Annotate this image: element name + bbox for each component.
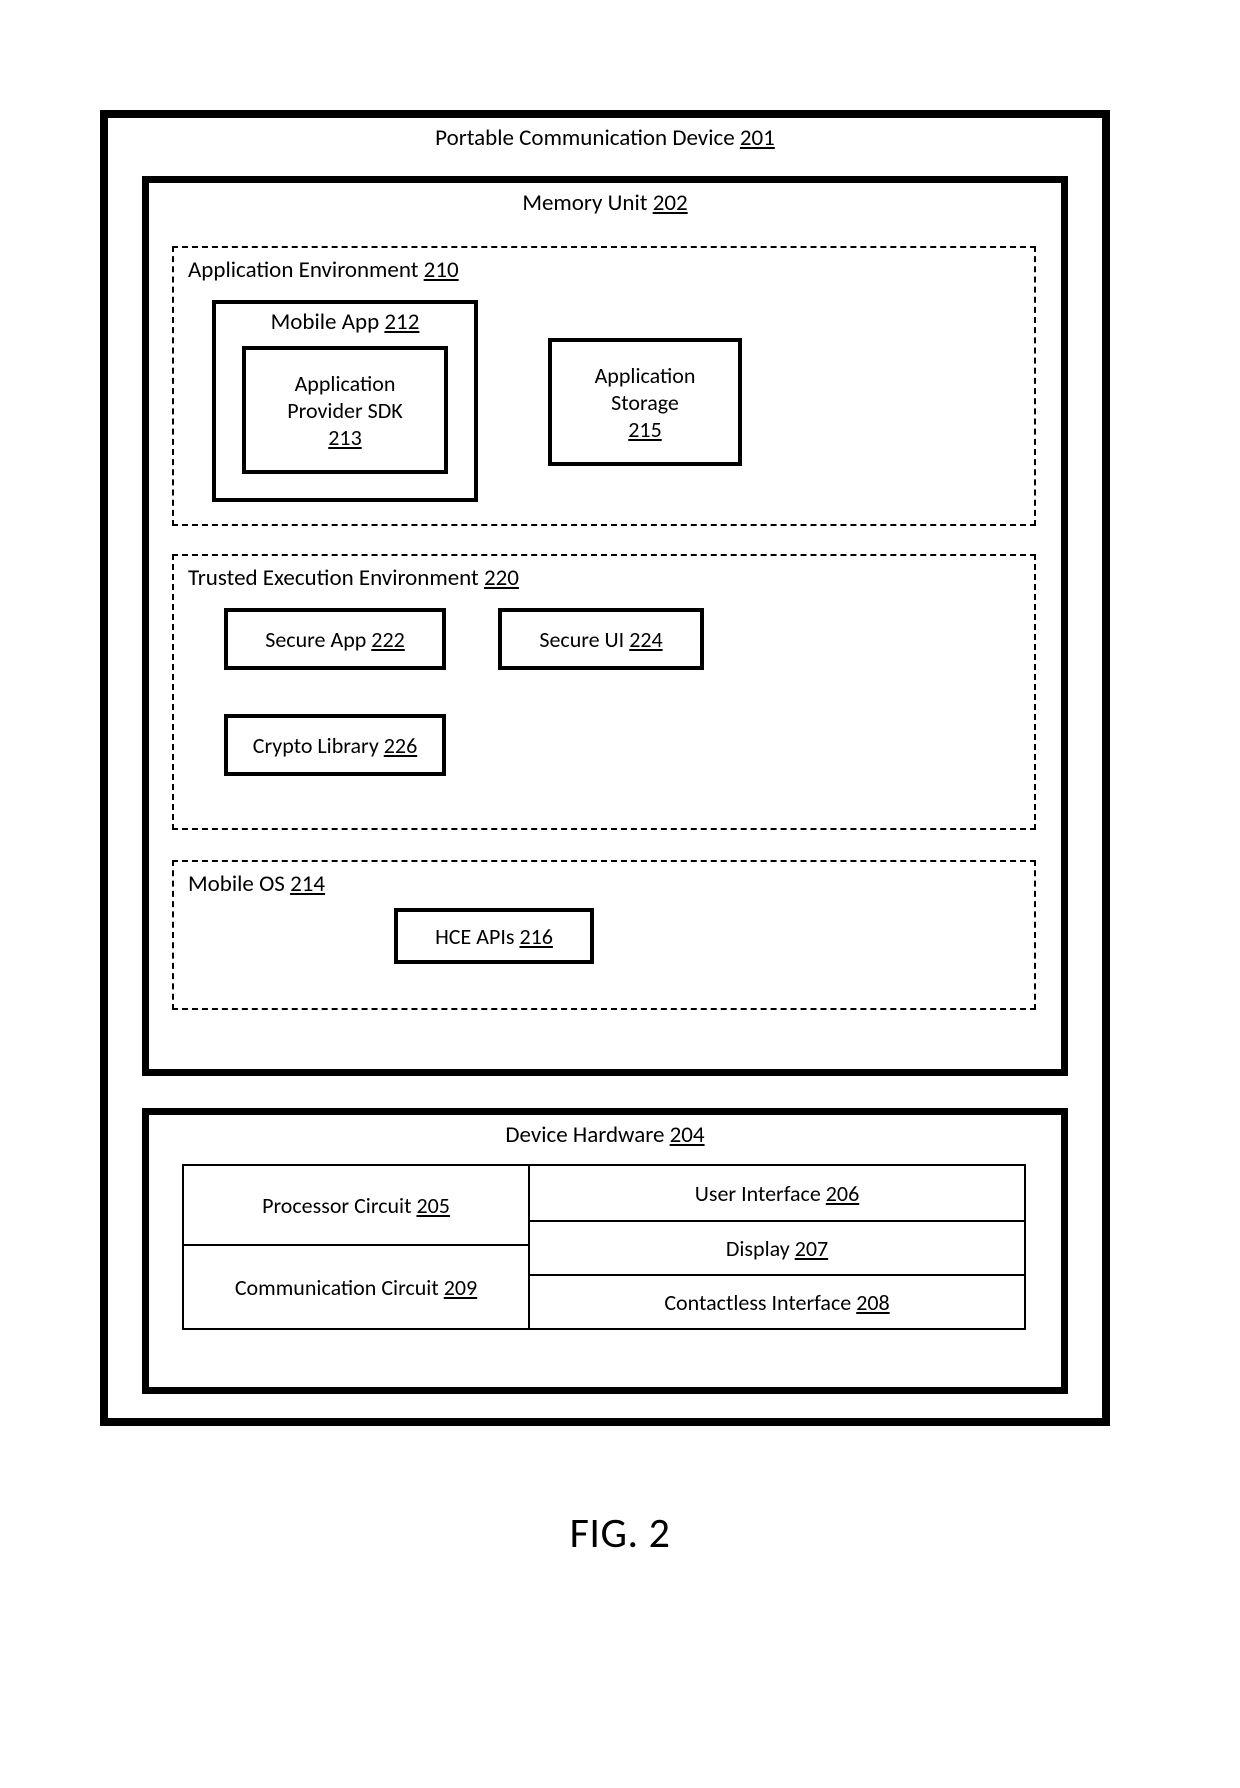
secure-app-text: Secure App 222 [265,626,405,653]
mobile-os-label: Mobile OS [188,870,285,898]
display-box: Display 207 [528,1220,1026,1276]
device-ref: 201 [740,124,775,152]
user-interface-text: User Interface 206 [695,1180,859,1207]
mobile-os-ref: 214 [290,870,325,898]
memory-title: Memory Unit 202 [149,189,1061,217]
provider-sdk-l2: Provider SDK [287,397,402,424]
secure-app-box: Secure App 222 [224,608,446,670]
communication-circuit-text: Communication Circuit 209 [235,1274,477,1301]
mobile-os-title: Mobile OS 214 [188,870,325,898]
crypto-lib-ref: 226 [384,732,417,759]
app-env-label: Application Environment [188,256,418,284]
hce-apis-ref: 216 [519,923,552,950]
app-storage-text: Application Storage 215 [595,362,696,443]
provider-sdk-text: Application Provider SDK 213 [287,370,402,451]
user-interface-ref: 206 [826,1180,859,1207]
device-title: Portable Communication Device 201 [108,124,1102,152]
hce-apis-box: HCE APIs 216 [394,908,594,964]
crypto-lib-box: Crypto Library 226 [224,714,446,776]
secure-ui-box: Secure UI 224 [498,608,704,670]
app-env-ref: 210 [424,256,459,284]
device-label: Portable Communication Device [435,124,734,152]
app-env-title: Application Environment 210 [188,256,459,284]
tee-title: Trusted Execution Environment 220 [188,564,519,592]
mobile-app-label: Mobile App [271,308,380,336]
app-storage-box: Application Storage 215 [548,338,742,466]
hardware-title: Device Hardware 204 [149,1121,1061,1149]
app-storage-l1: Application [595,362,696,389]
contactless-interface-text: Contactless Interface 208 [664,1289,889,1316]
mobile-app-ref: 212 [384,308,419,336]
user-interface-box: User Interface 206 [528,1164,1026,1222]
crypto-lib-label: Crypto Library [253,732,379,759]
tee-label: Trusted Execution Environment [188,564,479,592]
tee-ref: 220 [484,564,519,592]
secure-ui-label: Secure UI [539,626,624,653]
hce-apis-label: HCE APIs [435,923,514,950]
hardware-ref: 204 [670,1121,705,1149]
contactless-interface-label: Contactless Interface [664,1289,851,1316]
processor-circuit-box: Processor Circuit 205 [182,1164,530,1246]
tee-box: Trusted Execution Environment 220 [172,554,1036,830]
figure-caption: FIG. 2 [0,1508,1240,1559]
app-storage-ref: 215 [628,416,661,443]
secure-ui-text: Secure UI 224 [539,626,662,653]
processor-circuit-text: Processor Circuit 205 [262,1192,450,1219]
provider-sdk-box: Application Provider SDK 213 [242,346,448,474]
user-interface-label: User Interface [695,1180,821,1207]
hce-apis-text: HCE APIs 216 [435,923,553,950]
provider-sdk-ref: 213 [328,424,361,451]
hardware-label: Device Hardware [505,1121,664,1149]
secure-app-ref: 222 [371,626,404,653]
communication-circuit-ref: 209 [444,1274,477,1301]
secure-app-label: Secure App [265,626,366,653]
display-ref: 207 [795,1235,828,1262]
secure-ui-ref: 224 [629,626,662,653]
processor-circuit-label: Processor Circuit [262,1192,411,1219]
crypto-lib-text: Crypto Library 226 [253,732,417,759]
memory-label: Memory Unit [522,189,647,217]
app-storage-l2: Storage [611,389,679,416]
display-label: Display [726,1235,790,1262]
communication-circuit-label: Communication Circuit [235,1274,439,1301]
provider-sdk-l1: Application [295,370,396,397]
contactless-interface-box: Contactless Interface 208 [528,1274,1026,1330]
display-text: Display 207 [726,1235,828,1262]
memory-ref: 202 [653,189,688,217]
communication-circuit-box: Communication Circuit 209 [182,1244,530,1330]
mobile-app-title: Mobile App 212 [216,308,474,336]
processor-circuit-ref: 205 [416,1192,449,1219]
contactless-interface-ref: 208 [856,1289,889,1316]
mobile-os-box: Mobile OS 214 [172,860,1036,1010]
